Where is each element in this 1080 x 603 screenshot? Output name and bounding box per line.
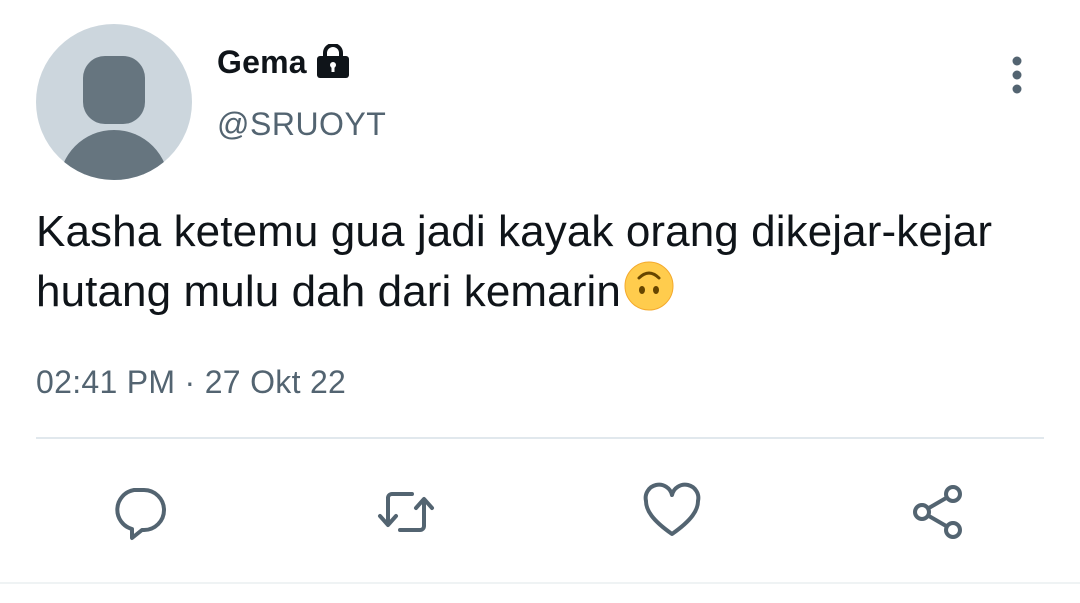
heart-icon — [643, 482, 701, 536]
author-name-row[interactable]: Gema — [217, 42, 351, 82]
lock-icon — [315, 43, 351, 80]
avatar[interactable] — [36, 24, 192, 180]
action-bar — [0, 480, 1080, 544]
avatar-body-shape — [59, 130, 169, 180]
display-name[interactable]: Gema — [217, 44, 307, 81]
upside-down-face-emoji — [623, 260, 675, 312]
retweet-icon — [378, 492, 434, 532]
tweet-text: Kasha ketemu gua jadi kayak orang dikeja… — [36, 204, 1036, 320]
share-icon — [913, 485, 962, 539]
reply-button[interactable] — [108, 480, 172, 544]
divider — [36, 437, 1044, 439]
bottom-divider — [0, 582, 1080, 584]
share-button[interactable] — [906, 480, 970, 544]
user-handle[interactable]: @SRUOYT — [217, 106, 386, 143]
retweet-button[interactable] — [374, 480, 438, 544]
reply-icon — [115, 488, 166, 540]
like-button[interactable] — [640, 480, 704, 544]
avatar-head-shape — [83, 56, 145, 124]
more-vertical-icon[interactable] — [1000, 52, 1034, 98]
tweet-text-content: Kasha ketemu gua jadi kayak orang dikeja… — [36, 207, 993, 316]
tweet-timestamp[interactable]: 02:41 PM · 27 Okt 22 — [36, 364, 346, 401]
